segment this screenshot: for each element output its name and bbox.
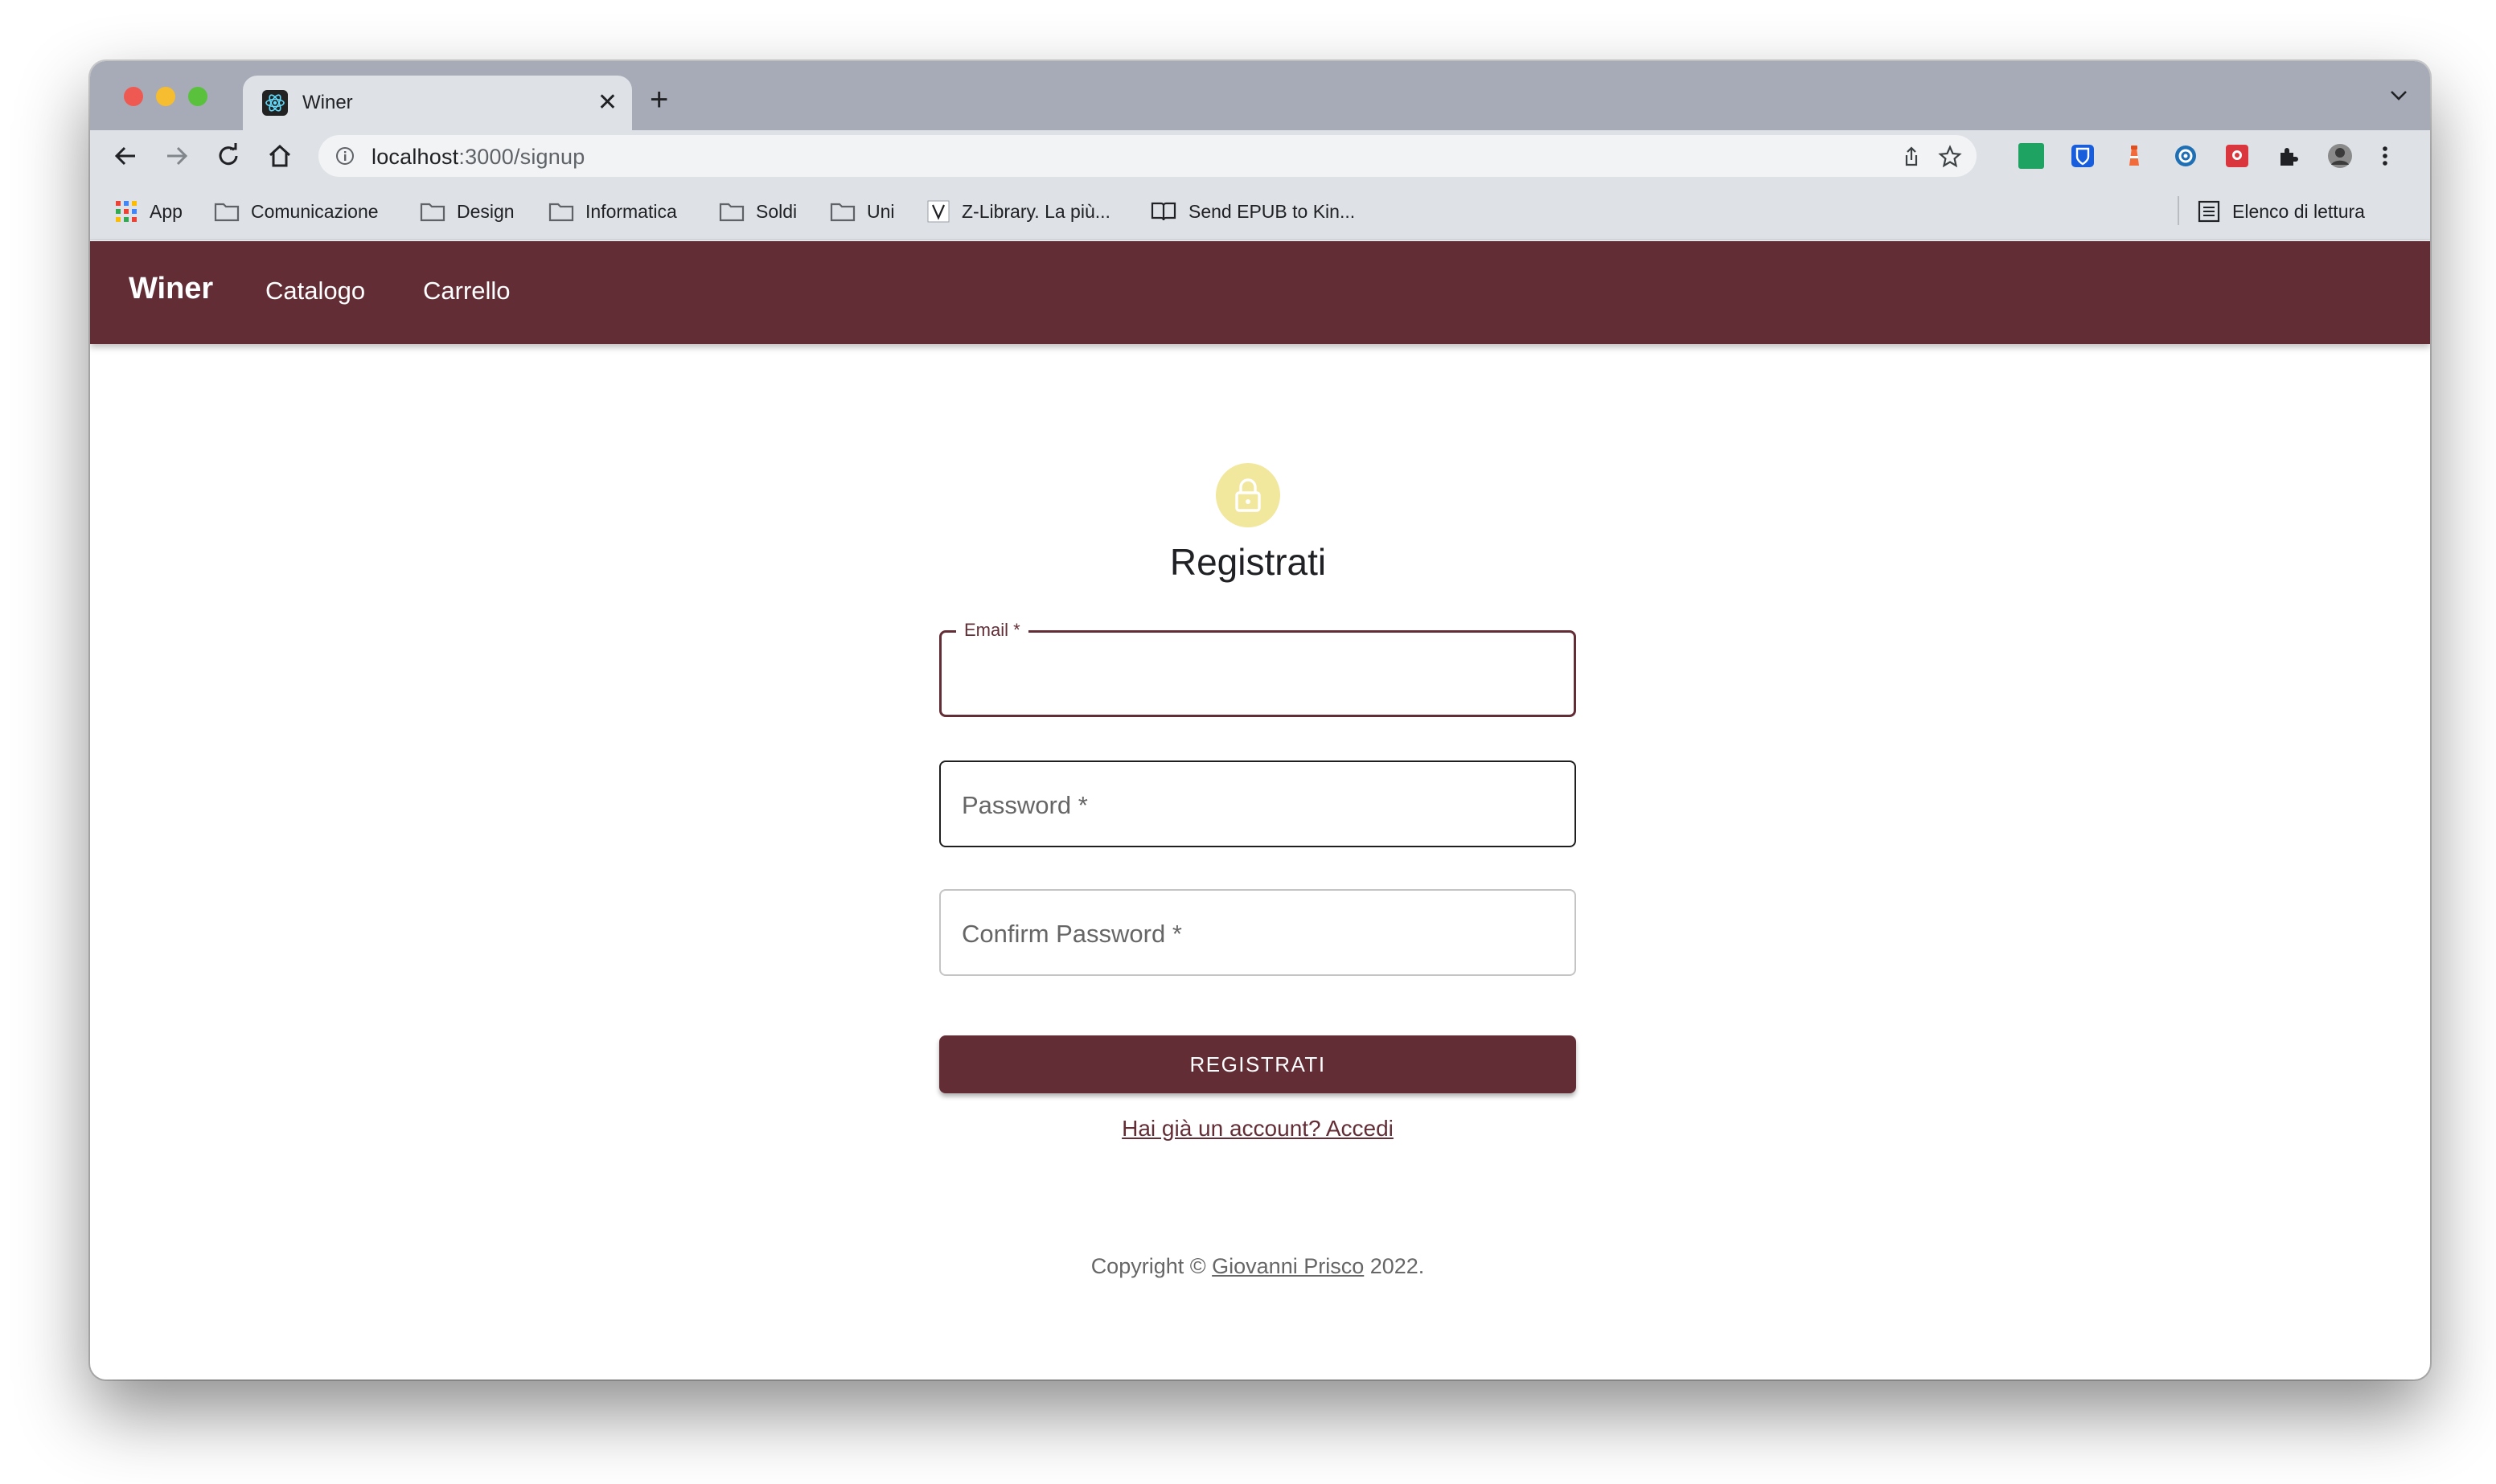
bookmarks-bar: App Comunicazione Design Informatica Sol… [90,182,2430,240]
folder-icon [830,203,856,222]
extensions-puzzle-icon[interactable] [2276,143,2301,169]
app-navbar: Winer Catalogo Carrello [90,241,2430,344]
tab-title: Winer [302,92,353,113]
close-tab-icon[interactable]: ✕ [597,87,618,119]
confirm-password-input[interactable] [941,891,1574,974]
bookmark-folder[interactable]: Uni [830,199,895,223]
nav-catalogo[interactable]: Catalogo [265,277,365,305]
new-tab-icon[interactable]: + [650,80,668,119]
close-window-button[interactable] [124,87,143,106]
bookmark-folder[interactable]: Soldi [719,199,797,223]
redux-devtools-icon[interactable] [2224,143,2250,169]
email-input[interactable] [942,633,1574,715]
tab-strip: Winer ✕ + [90,61,2430,130]
bookmark-zlibrary[interactable]: Z-Library. La più... [926,199,1110,223]
bookmark-folder[interactable]: Informatica [548,199,677,223]
page-title: Registrati [1169,541,1327,583]
star-icon[interactable] [1938,145,1962,169]
reading-list-icon [2198,200,2220,223]
folder-icon [719,203,745,222]
author-link[interactable]: Giovanni Prisco [1212,1254,1364,1278]
tab-winer[interactable]: Winer ✕ [243,76,632,130]
lock-avatar [1216,463,1280,527]
copyright: Copyright © Giovanni Prisco 2022. [1090,1254,1425,1278]
confirm-password-field[interactable]: Confirm Password * [939,889,1576,976]
brand-logo[interactable]: Winer [129,272,213,306]
login-link[interactable]: Hai già un account? Accedi [939,1116,1576,1142]
url-text: localhost:3000/signup [372,145,585,169]
back-icon[interactable] [111,141,140,170]
bookmark-separator [2178,196,2179,225]
react-devtools-icon[interactable] [2173,143,2198,169]
address-bar[interactable]: localhost:3000/signup [318,135,1977,177]
browser-window: Winer ✕ + localhost:3000/signup App Comu… [90,61,2430,1379]
lock-icon [1235,478,1261,512]
reading-list-button[interactable]: Elenco di lettura [2197,199,2365,223]
folder-icon [214,203,240,222]
bitwarden-icon[interactable] [2070,143,2096,169]
password-input[interactable] [941,762,1574,846]
bookmark-folder[interactable]: Comunicazione [214,199,379,223]
folder-icon [548,203,574,222]
green-extension-icon[interactable] [2018,143,2044,169]
bookmark-send-epub[interactable]: Send EPUB to Kin... [1150,199,1355,223]
email-field[interactable]: Email * [939,620,1576,717]
password-field[interactable]: Password * [939,760,1576,847]
chevron-down-icon[interactable] [2390,82,2408,107]
apps-grid-icon [116,201,137,222]
reload-icon[interactable] [214,141,243,170]
home-icon[interactable] [265,141,294,170]
zlibrary-icon [927,200,950,223]
register-button[interactable]: REGISTRATI [939,1035,1576,1093]
react-icon [262,90,288,116]
info-icon[interactable] [335,146,355,166]
maximize-window-button[interactable] [188,87,207,106]
forward-icon[interactable] [162,141,191,170]
book-icon [1151,202,1176,221]
lighthouse-icon[interactable] [2121,143,2147,169]
more-menu-icon[interactable] [2372,143,2398,169]
minimize-window-button[interactable] [156,87,175,106]
nav-carrello[interactable]: Carrello [423,277,511,305]
browser-toolbar: localhost:3000/signup [90,130,2430,182]
share-icon[interactable] [1899,145,1923,169]
bookmark-folder[interactable]: Design [420,199,515,223]
bookmark-app[interactable]: App [114,199,183,223]
profile-avatar-icon[interactable] [2327,143,2353,169]
folder-icon [420,203,445,222]
